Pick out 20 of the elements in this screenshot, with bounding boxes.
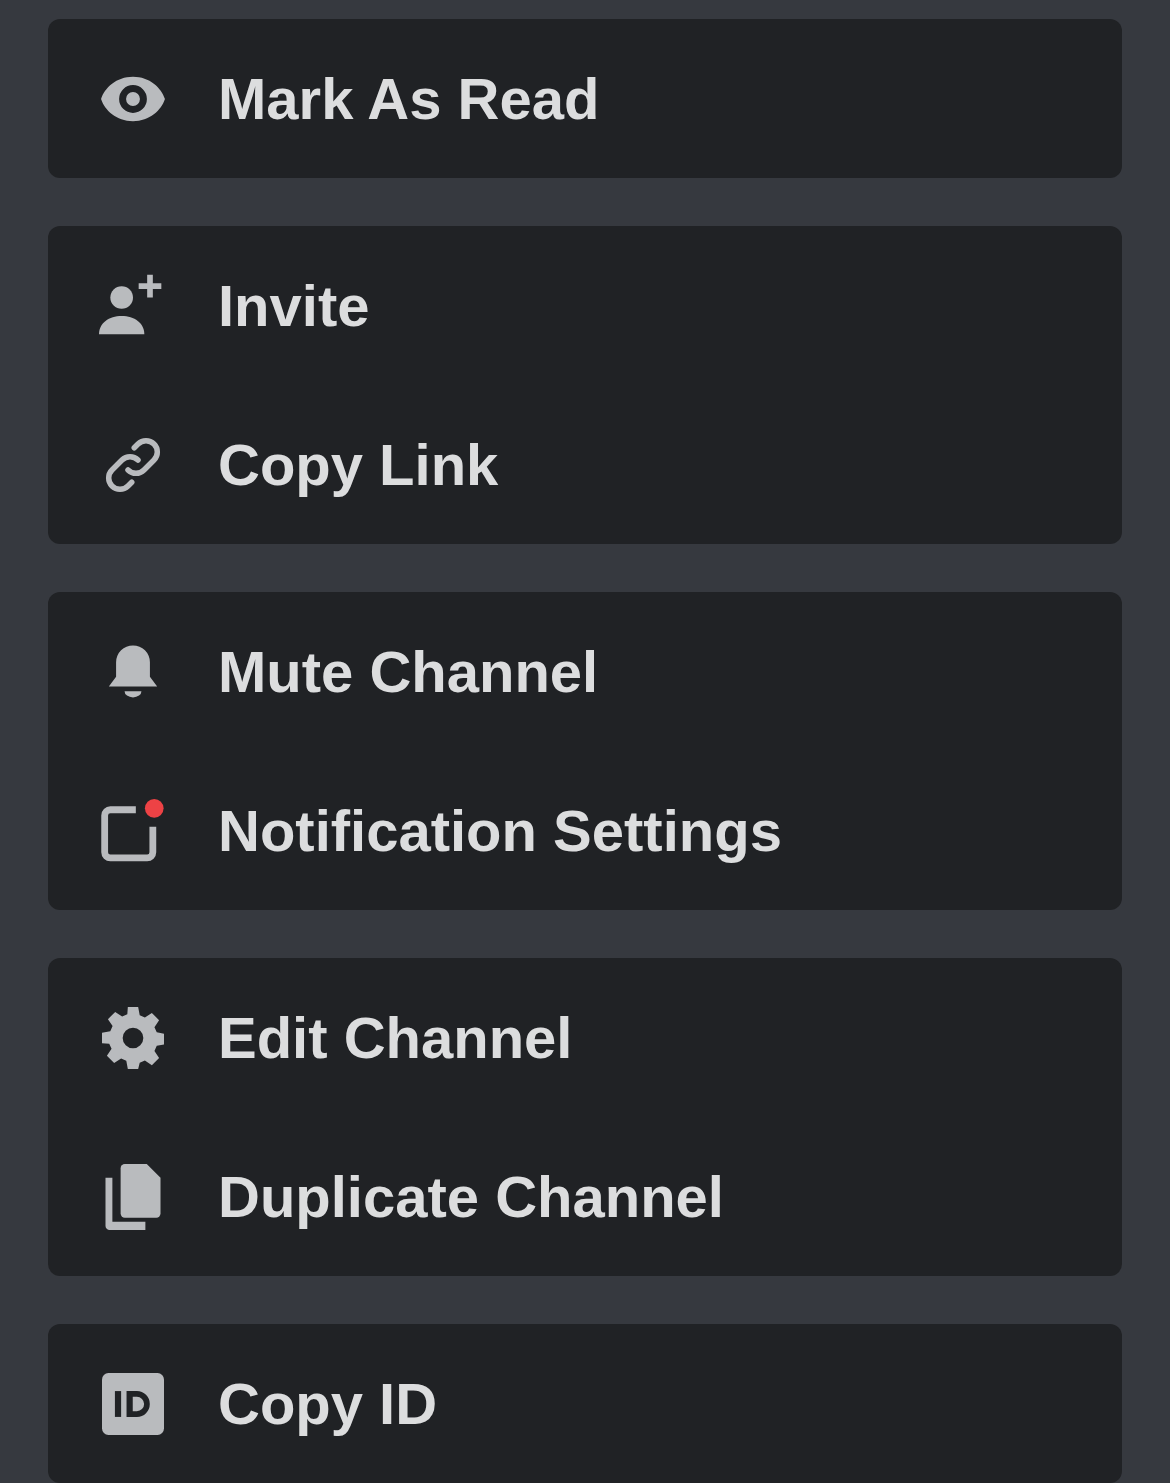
menu-label: Edit Channel (218, 1004, 573, 1072)
menu-label: Mark As Read (218, 65, 600, 133)
gear-icon (102, 1006, 164, 1069)
menu-item[interactable]: Copy ID (48, 1324, 1122, 1483)
menu-label: Notification Settings (218, 797, 782, 865)
menu-label: Duplicate Channel (218, 1163, 724, 1231)
menu-item[interactable]: Copy Link (48, 385, 1122, 544)
menu-label: Mute Channel (218, 638, 599, 706)
menu-label: Copy ID (218, 1370, 438, 1438)
notification-square-icon (99, 797, 167, 864)
menu-item[interactable]: Duplicate Channel (48, 1117, 1122, 1276)
menu-item[interactable]: Mute Channel (48, 592, 1122, 751)
menu-item[interactable]: Edit Channel (48, 958, 1122, 1117)
menu-item[interactable]: Mark As Read (48, 19, 1122, 178)
menu-item[interactable]: Notification Settings (48, 751, 1122, 910)
menu-item[interactable]: Invite (48, 226, 1122, 385)
id-icon (102, 1372, 164, 1435)
menu-label: Invite (218, 272, 370, 340)
documents-icon (105, 1163, 161, 1230)
menu-label: Copy Link (218, 431, 499, 499)
